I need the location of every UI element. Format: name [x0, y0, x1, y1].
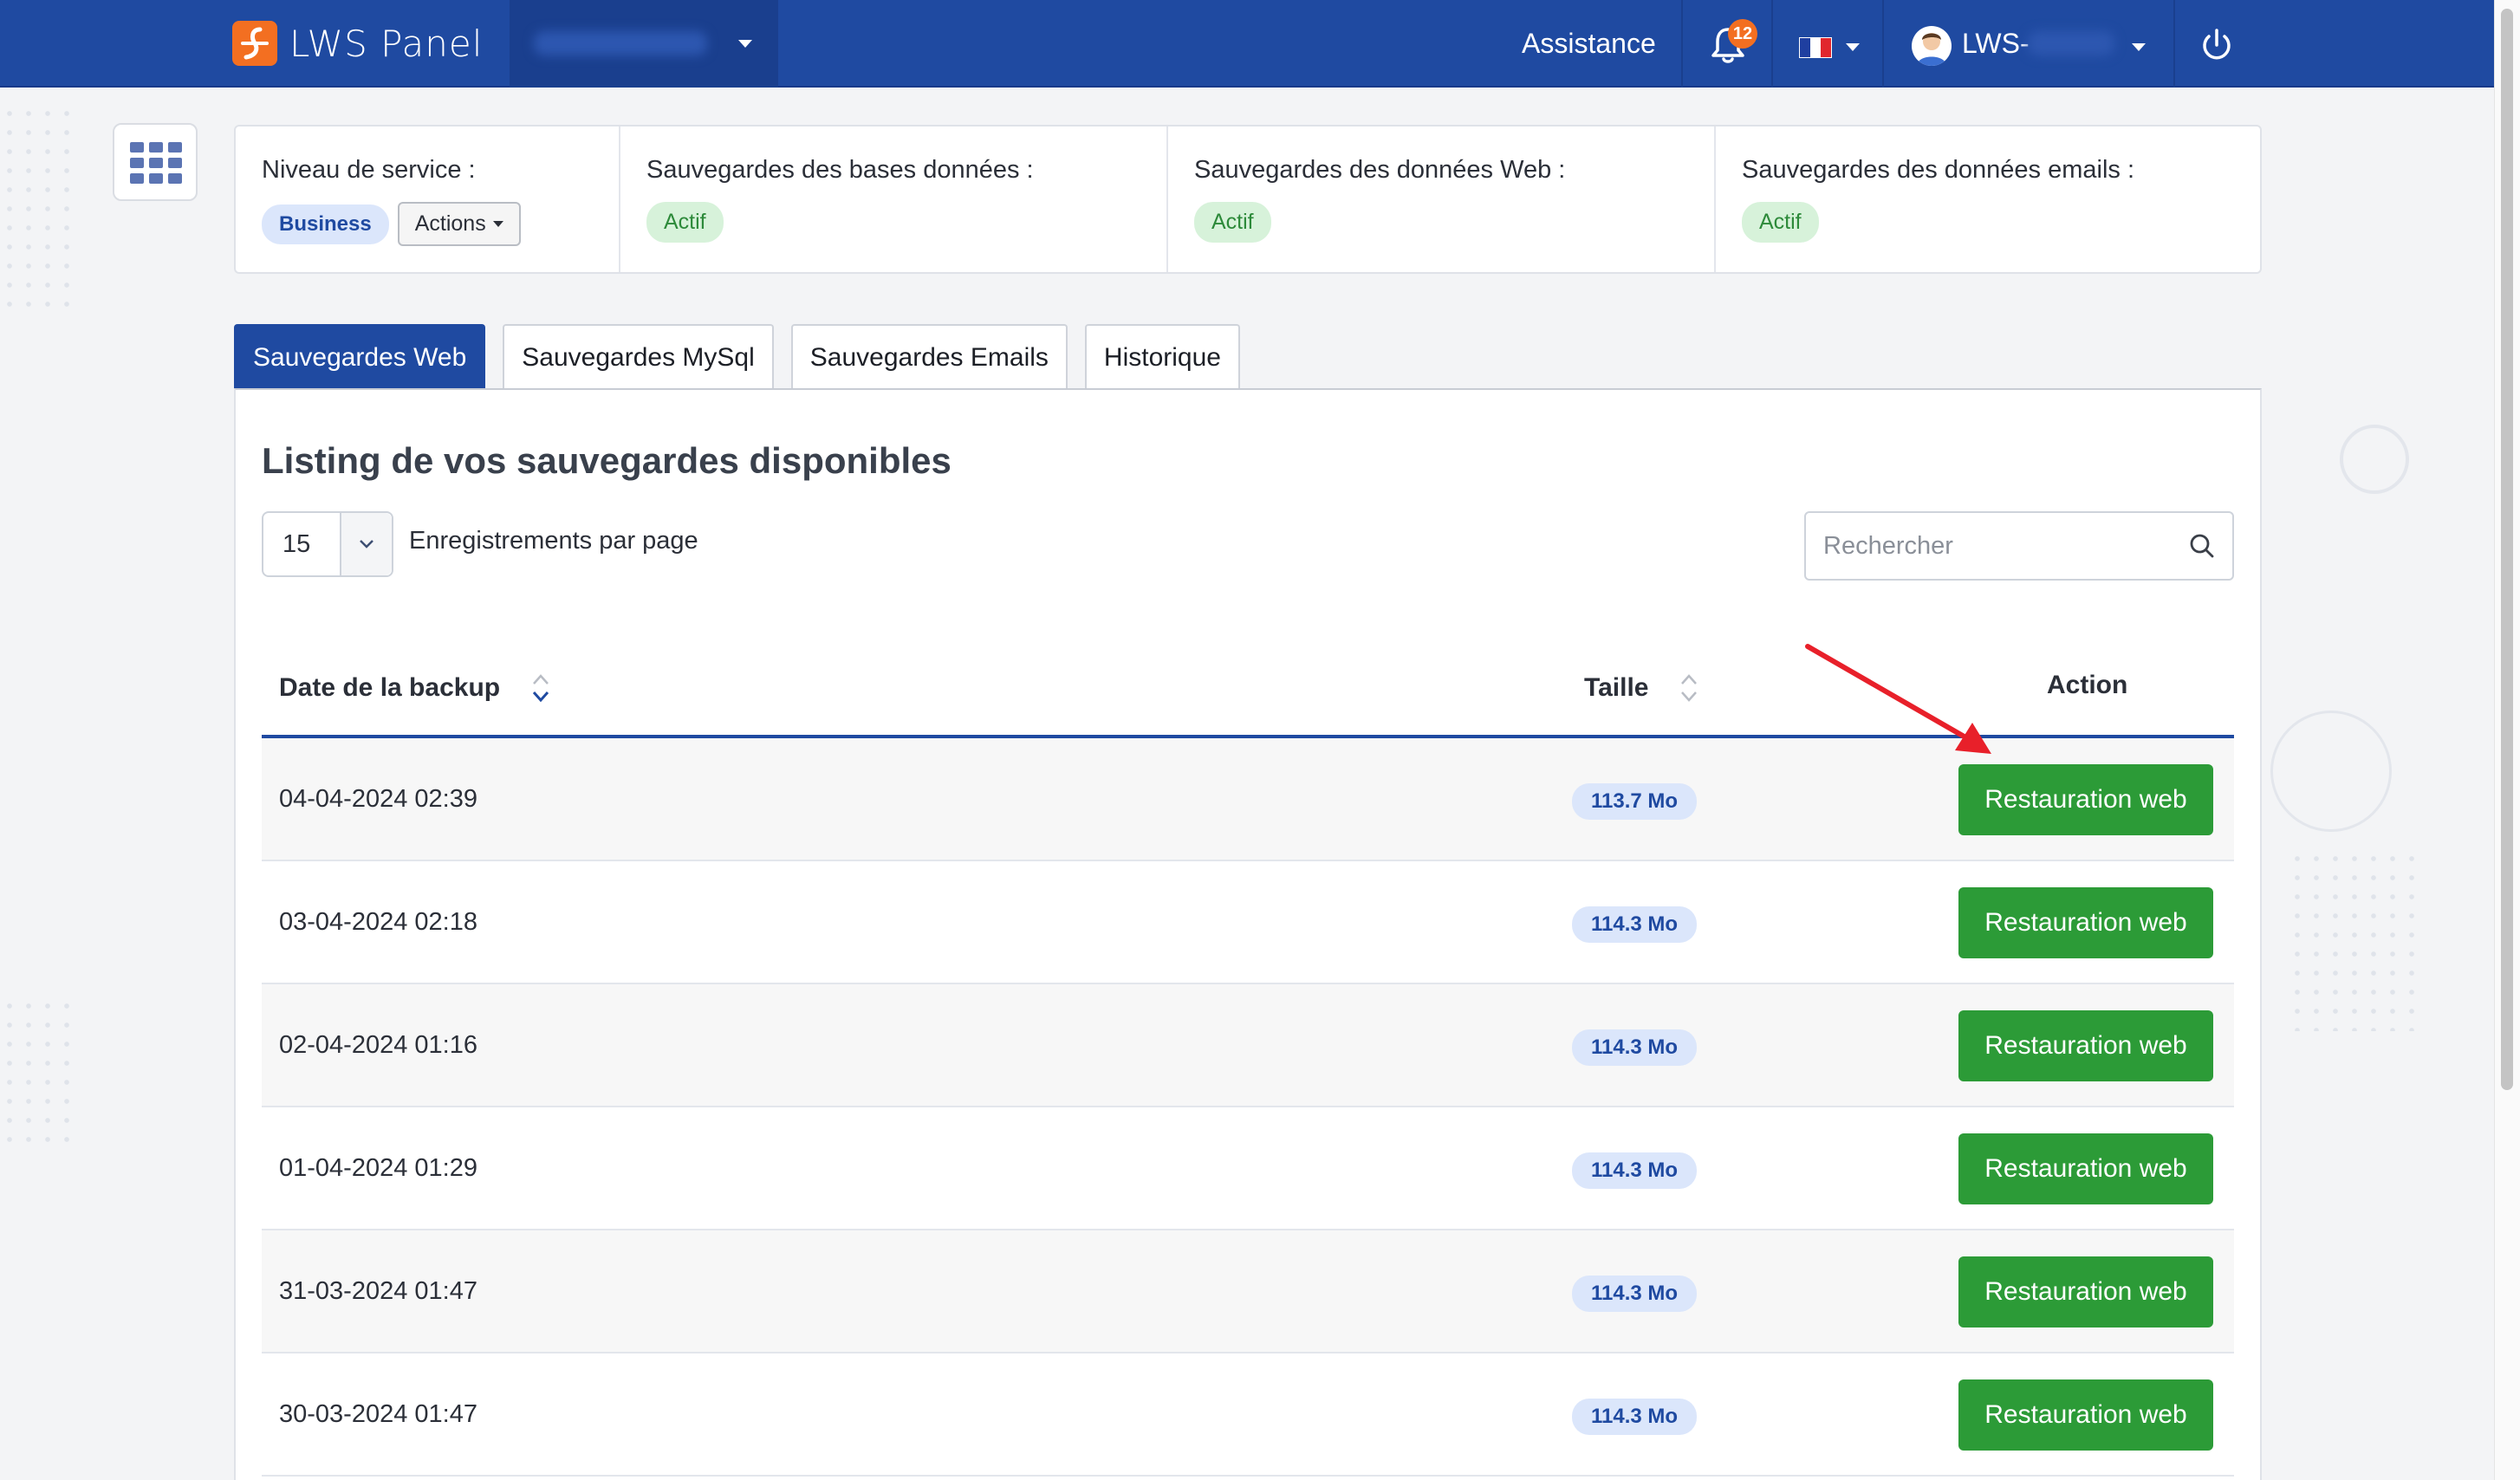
- email-backups-label: Sauvegardes des données emails :: [1742, 156, 2135, 184]
- tab-history[interactable]: Historique: [1084, 324, 1240, 390]
- nav-divider: [2173, 0, 2175, 88]
- logo-icon: [232, 21, 277, 66]
- table-row: 03-04-2024 02:18 114.3 Mo Restauration w…: [262, 861, 2234, 984]
- scrollbar-thumb[interactable]: [2501, 9, 2513, 1090]
- background-dots: [2288, 849, 2418, 1031]
- annotation-arrow-icon: [1805, 644, 1991, 754]
- column-date-label: Date de la backup: [279, 673, 501, 702]
- service-level-cell: Niveau de service : Business Actions: [236, 127, 620, 272]
- actions-label: Actions: [414, 211, 486, 236]
- power-icon[interactable]: [2198, 26, 2236, 64]
- page-length-label: Enregistrements par page: [409, 527, 698, 555]
- page-title: Listing de vos sauvegardes disponibles: [262, 440, 951, 481]
- notification-badge: 12: [1728, 19, 1757, 49]
- tab-email-backups[interactable]: Sauvegardes Emails: [790, 324, 1068, 390]
- db-backups-label: Sauvegardes des bases données :: [646, 156, 1034, 184]
- actions-dropdown-button[interactable]: Actions: [397, 202, 521, 246]
- france-flag-icon[interactable]: [1799, 37, 1832, 58]
- background-circle: [2270, 711, 2392, 832]
- column-size-label: Taille: [1584, 673, 1649, 702]
- table-row: 30-03-2024 01:47 114.3 Mo Restauration w…: [262, 1353, 2234, 1477]
- chevron-down-icon: [340, 513, 392, 575]
- backup-size-badge: 114.3 Mo: [1572, 1152, 1698, 1189]
- table-body: 04-04-2024 02:39 113.7 Mo Restauration w…: [262, 738, 2234, 1477]
- backups-listing-card: Listing de vos sauvegardes disponibles 1…: [234, 388, 2262, 1480]
- column-action-label: Action: [2047, 671, 2128, 699]
- search-box: [1804, 511, 2234, 581]
- backup-tabs: Sauvegardes Web Sauvegardes MySql Sauveg…: [234, 324, 1240, 390]
- backup-date: 01-04-2024 01:29: [279, 1154, 477, 1182]
- assistance-link[interactable]: Assistance: [1522, 28, 1656, 60]
- email-backups-status-badge: Actif: [1742, 202, 1819, 243]
- background-circle: [2340, 425, 2409, 494]
- search-icon[interactable]: [2172, 513, 2232, 579]
- backup-date: 30-03-2024 01:47: [279, 1400, 477, 1428]
- avatar-icon[interactable]: [1912, 26, 1952, 66]
- web-backups-label: Sauvegardes des données Web :: [1194, 156, 1566, 184]
- restore-web-button[interactable]: Restauration web: [1958, 887, 2213, 958]
- column-size-header[interactable]: Taille: [1584, 671, 1700, 705]
- backup-size-badge: 113.7 Mo: [1572, 783, 1698, 820]
- tab-web-backups[interactable]: Sauvegardes Web: [234, 324, 486, 390]
- column-date-header[interactable]: Date de la backup: [279, 671, 552, 705]
- backup-date: 31-03-2024 01:47: [279, 1277, 477, 1305]
- column-action-header: Action: [2047, 671, 2127, 700]
- email-backups-cell: Sauvegardes des données emails : Actif: [1716, 127, 2260, 272]
- redacted-user-id: [2028, 31, 2114, 55]
- brand-logo[interactable]: LWS Panel: [232, 21, 483, 66]
- page-length-select[interactable]: 15: [262, 511, 393, 577]
- web-backups-cell: Sauvegardes des données Web : Actif: [1168, 127, 1716, 272]
- web-backups-status-badge: Actif: [1194, 202, 1271, 243]
- grid-icon: [130, 142, 144, 153]
- table-row: 31-03-2024 01:47 114.3 Mo Restauration w…: [262, 1230, 2234, 1353]
- redacted-account-name: [534, 31, 707, 55]
- table-row: 02-04-2024 01:16 114.3 Mo Restauration w…: [262, 984, 2234, 1107]
- page-length-value: 15: [283, 529, 311, 558]
- top-navbar: LWS Panel Assistance 12 LWS-: [0, 0, 2494, 88]
- db-backups-cell: Sauvegardes des bases données : Actif: [620, 127, 1168, 272]
- backup-size-badge: 114.3 Mo: [1572, 906, 1698, 943]
- account-selector[interactable]: [510, 0, 778, 88]
- chevron-down-icon: [738, 40, 752, 48]
- backup-size-badge: 114.3 Mo: [1572, 1029, 1698, 1066]
- backup-date: 02-04-2024 01:16: [279, 1031, 477, 1059]
- sort-descending-icon: [532, 674, 549, 703]
- nav-divider: [1771, 0, 1773, 88]
- brand-name: LWS Panel: [289, 22, 484, 65]
- backup-date: 03-04-2024 02:18: [279, 908, 477, 936]
- caret-down-icon: [492, 221, 503, 227]
- tab-mysql-backups[interactable]: Sauvegardes MySql: [503, 324, 774, 390]
- search-input[interactable]: [1823, 531, 2172, 561]
- backup-size-badge: 114.3 Mo: [1572, 1276, 1698, 1312]
- nav-divider: [1882, 0, 1884, 88]
- nav-divider: [1681, 0, 1683, 88]
- sort-icon: [1681, 674, 1698, 702]
- service-level-label: Niveau de service :: [262, 156, 476, 184]
- user-menu-chevron-icon[interactable]: [2132, 43, 2146, 51]
- backup-date: 04-04-2024 02:39: [279, 785, 477, 813]
- restore-web-button[interactable]: Restauration web: [1958, 1133, 2213, 1204]
- apps-grid-button[interactable]: [113, 123, 198, 201]
- language-chevron-icon[interactable]: [1846, 43, 1860, 51]
- service-status-panel: Niveau de service : Business Actions Sau…: [234, 125, 2262, 274]
- restore-web-button[interactable]: Restauration web: [1958, 764, 2213, 835]
- table-row: 01-04-2024 01:29 114.3 Mo Restauration w…: [262, 1107, 2234, 1230]
- background-dots: [0, 104, 78, 312]
- user-name[interactable]: LWS-: [1962, 28, 2030, 60]
- restore-web-button[interactable]: Restauration web: [1958, 1010, 2213, 1081]
- backup-size-badge: 114.3 Mo: [1572, 1399, 1698, 1435]
- service-level-badge: Business: [262, 204, 389, 244]
- restore-web-button[interactable]: Restauration web: [1958, 1256, 2213, 1327]
- restore-web-button[interactable]: Restauration web: [1958, 1379, 2213, 1451]
- db-backups-status-badge: Actif: [646, 202, 724, 243]
- background-dots: [0, 996, 69, 1152]
